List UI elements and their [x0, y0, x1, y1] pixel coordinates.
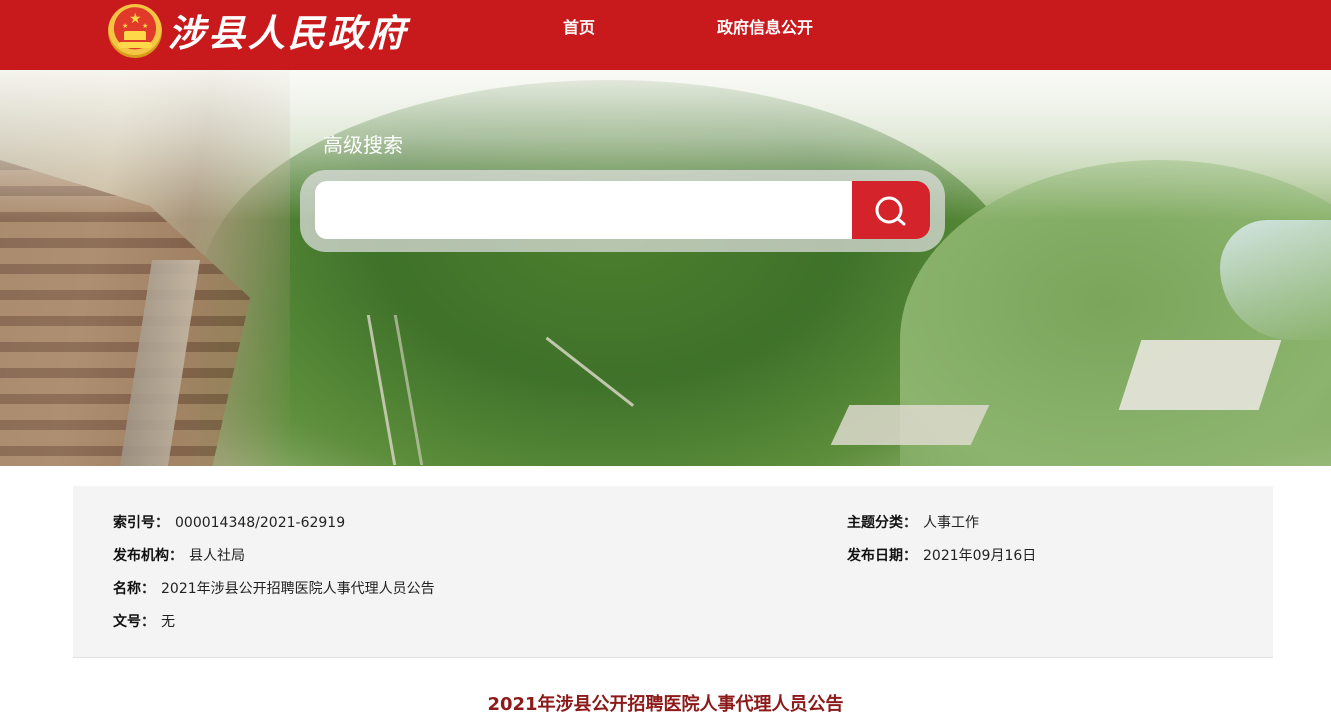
meta-org-label: 发布机构 [113, 548, 169, 564]
search-input[interactable] [315, 181, 860, 239]
national-emblem-icon: ★ ★ ★ [108, 4, 162, 58]
meta-index-value: 000014348/2021-62919 [175, 515, 346, 531]
site-title-logo[interactable]: 涉县人民政府 [168, 9, 408, 57]
meta-index-number: 索引号： 000014348/2021-62919 [113, 515, 346, 531]
meta-document-name: 名称： 2021年涉县公开招聘医院人事代理人员公告 [113, 581, 435, 597]
nav-government-info-link[interactable]: 政府信息公开 [717, 17, 813, 39]
meta-org-value: 县人社局 [189, 548, 245, 564]
meta-name-label: 名称 [113, 581, 141, 597]
top-header-bar: ★ ★ ★ 涉县人民政府 首页 政府信息公开 [0, 0, 1331, 70]
meta-publishing-org: 发布机构： 县人社局 [113, 548, 245, 564]
meta-topic-label: 主题分类 [847, 515, 903, 531]
search-button[interactable] [852, 181, 930, 239]
meta-docno-value: 无 [161, 614, 175, 630]
advanced-search-heading: 高级搜索 [323, 133, 403, 157]
meta-docno-label: 文号 [113, 614, 141, 630]
document-meta-panel [73, 486, 1273, 658]
meta-topic-category: 主题分类： 人事工作 [847, 515, 979, 531]
meta-publish-date: 发布日期： 2021年09月16日 [847, 548, 1037, 564]
meta-document-number: 文号：无 [113, 614, 175, 630]
article-title: 2021年涉县公开招聘医院人事代理人员公告 [487, 694, 844, 715]
search-icon [875, 196, 906, 226]
meta-topic-value: 人事工作 [923, 515, 979, 531]
meta-date-label: 发布日期 [847, 548, 903, 564]
nav-home-link[interactable]: 首页 [563, 17, 595, 39]
meta-name-value: 2021年涉县公开招聘医院人事代理人员公告 [161, 581, 435, 597]
meta-index-label: 索引号 [113, 515, 155, 531]
meta-date-value: 2021年09月16日 [923, 548, 1037, 564]
hero-banner-image [0, 70, 1331, 466]
